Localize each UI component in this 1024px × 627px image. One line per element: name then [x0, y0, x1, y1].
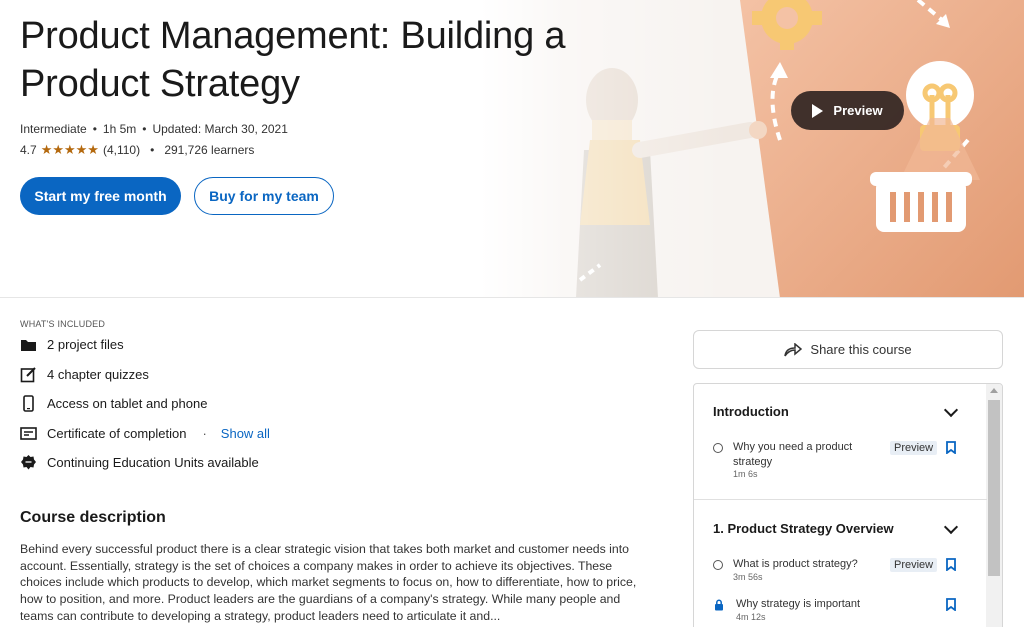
course-rating-row: 4.7 ★★★★★ (4,110) • 291,726 learners	[20, 142, 255, 157]
learner-count: 291,726 learners	[164, 143, 255, 157]
lesson-title[interactable]: Why you need a product strategy	[733, 440, 873, 469]
lock-icon	[715, 599, 723, 611]
lesson-title[interactable]: What is product strategy?	[733, 557, 873, 572]
lesson-status-icon	[713, 443, 723, 453]
included-item-devices: Access on tablet and phone	[20, 395, 207, 412]
rating-value: 4.7	[20, 143, 37, 157]
toc-section-introduction[interactable]: Introduction	[713, 404, 789, 419]
toc-lesson[interactable]: What is product strategy? 3m 56s Preview	[713, 557, 983, 587]
toc-section-product-strategy-overview[interactable]: 1. Product Strategy Overview	[713, 521, 894, 536]
share-course-label: Share this course	[810, 342, 912, 357]
included-item-project-files: 2 project files	[20, 336, 124, 353]
phone-icon	[23, 395, 34, 412]
toc-lesson[interactable]: Why strategy is important 4m 12s	[713, 597, 983, 627]
course-title: Product Management: Building a Product S…	[20, 15, 566, 105]
lesson-preview-badge[interactable]: Preview	[890, 441, 938, 455]
included-item-certificate: Certificate of completion · Show all	[20, 425, 270, 442]
badge-icon	[21, 455, 36, 470]
preview-label: Preview	[833, 103, 883, 118]
certificate-icon	[20, 427, 37, 440]
lesson-title[interactable]: Why strategy is important	[736, 597, 876, 612]
folder-icon	[21, 340, 36, 351]
toc-lesson[interactable]: Why you need a product strategy 1m 6s Pr…	[713, 440, 983, 480]
bookmark-icon[interactable]	[946, 598, 956, 611]
included-item-ceu: Continuing Education Units available	[20, 454, 259, 471]
buy-for-team-button[interactable]: Buy for my team	[194, 177, 334, 215]
lesson-duration: 1m 6s	[733, 469, 758, 479]
lesson-duration: 4m 12s	[736, 612, 766, 622]
preview-button[interactable]: Preview	[791, 91, 904, 130]
course-contents-panel: Introduction Why you need a product stra…	[693, 383, 1003, 627]
course-meta: Intermediate • 1h 5m • Updated: March 30, 20…	[20, 122, 288, 136]
course-updated: Updated: March 30, 2021	[152, 122, 288, 136]
toc-scrollbar[interactable]	[986, 384, 1002, 627]
course-description-body: Behind every successful product there is…	[20, 542, 637, 623]
toc-section-divider	[694, 499, 987, 500]
chevron-down-icon[interactable]	[943, 519, 959, 535]
chevron-down-icon[interactable]	[943, 402, 959, 418]
rating-stars-icon: ★★★★★	[40, 142, 99, 157]
lesson-duration: 3m 56s	[733, 572, 763, 582]
course-hero: Product Management: Building a Product S…	[0, 0, 1024, 298]
show-all-link[interactable]: Show all	[221, 426, 270, 441]
bookmark-icon[interactable]	[946, 441, 956, 454]
whats-included-label: WHAT'S INCLUDED	[20, 319, 106, 329]
share-course-button[interactable]: Share this course	[693, 330, 1003, 369]
rating-count: (4,110)	[102, 143, 141, 157]
course-description-title: Course description	[20, 509, 166, 526]
start-free-month-button[interactable]: Start my free month	[20, 177, 181, 215]
course-level: Intermediate	[20, 122, 87, 136]
bookmark-icon[interactable]	[946, 558, 956, 571]
quiz-edit-icon	[20, 367, 36, 383]
lesson-status-icon	[713, 560, 723, 570]
play-icon	[812, 103, 824, 118]
included-item-quizzes: 4 chapter quizzes	[20, 366, 149, 383]
toc-scroll-thumb[interactable]	[988, 400, 1000, 576]
course-duration: 1h 5m	[102, 122, 137, 136]
share-arrow-icon	[784, 342, 803, 356]
scroll-up-arrow-icon[interactable]	[990, 388, 998, 393]
lesson-preview-badge[interactable]: Preview	[890, 558, 938, 572]
